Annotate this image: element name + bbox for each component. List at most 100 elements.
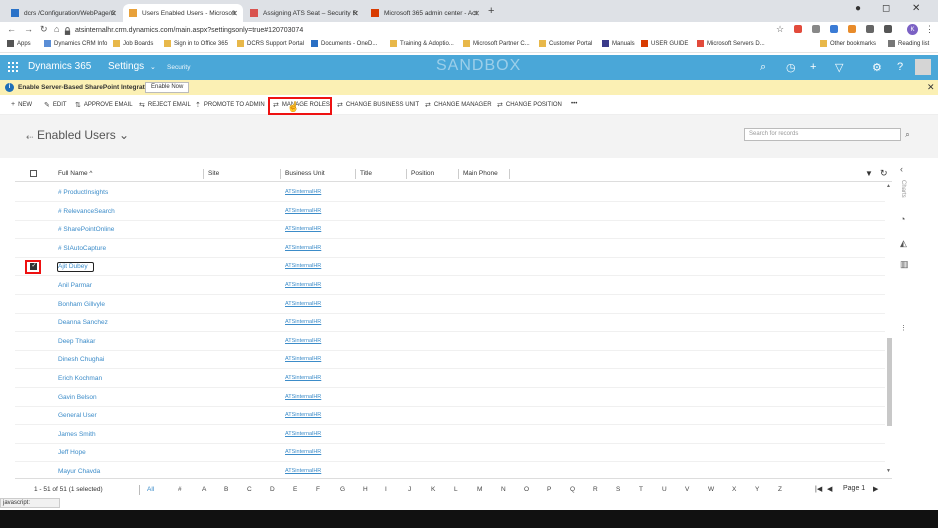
business-unit-link[interactable]: ATSinternalHR [285, 356, 321, 362]
table-row[interactable]: Gavin Belson ATSinternalHR [15, 389, 885, 407]
business-unit-link[interactable]: ATSinternalHR [285, 189, 321, 195]
business-unit-link[interactable]: ATSinternalHR [285, 431, 321, 437]
security-breadcrumb[interactable]: Security [167, 64, 190, 71]
alpha-filter-u[interactable]: U [662, 486, 667, 493]
alpha-filter-d[interactable]: D [270, 486, 275, 493]
alpha-filter-a[interactable]: A [202, 486, 206, 493]
business-unit-link[interactable]: ATSinternalHR [285, 263, 321, 269]
column-divider[interactable] [406, 169, 407, 179]
alpha-filter-b[interactable]: B [224, 486, 228, 493]
home-icon[interactable]: ⌂ [54, 24, 59, 34]
search-records-input[interactable]: Search for records [744, 128, 901, 141]
business-unit-link[interactable]: ATSinternalHR [285, 338, 321, 344]
browser-menu-icon[interactable]: ⋮ [925, 24, 934, 35]
browser-tab[interactable]: dcrs /Configuration/WebPage/C ✕ [5, 4, 122, 22]
help-icon[interactable]: ? [897, 61, 903, 73]
table-row[interactable]: General User ATSinternalHR [15, 407, 885, 426]
gear-icon[interactable]: ⚙ [872, 61, 882, 74]
full-name-link[interactable]: # SIAutoCapture [58, 245, 106, 252]
bookmark-item[interactable]: Job Boards [113, 40, 153, 47]
col-site[interactable]: Site [208, 170, 219, 177]
row-checkbox[interactable] [30, 356, 37, 364]
app-launcher-icon[interactable] [8, 62, 18, 72]
previous-page-icon[interactable]: ◀ [827, 485, 832, 493]
browser-tab[interactable]: Microsoft 365 admin center - Act ✕ [365, 4, 485, 22]
filter-icon[interactable]: ▼ [865, 169, 873, 178]
pie-chart-icon[interactable]: ◔ [900, 214, 905, 224]
extensions-puzzle-icon[interactable] [884, 25, 892, 33]
row-checkbox[interactable] [30, 412, 37, 420]
chevron-left-icon[interactable]: ‹ [900, 164, 903, 174]
bookmark-item[interactable]: Customer Portal [539, 40, 592, 47]
alpha-filter-w[interactable]: W [708, 486, 714, 493]
bookmark-item[interactable]: Sign in to Office 365 [164, 40, 228, 47]
command-promote-to-admin[interactable]: ⇡ PROMOTE TO ADMIN [195, 101, 265, 109]
full-name-link[interactable]: # ProductInsights [58, 189, 108, 196]
close-tab-icon[interactable]: ✕ [110, 9, 117, 18]
bookmark-star-icon[interactable]: ☆ [776, 24, 784, 35]
business-unit-link[interactable]: ATSinternalHR [285, 282, 321, 288]
row-checkbox[interactable] [30, 207, 37, 215]
alpha-filter-q[interactable]: Q [570, 486, 575, 493]
alpha-filter-v[interactable]: V [685, 486, 689, 493]
bookmark-item[interactable]: DCRS Support Portal [237, 40, 304, 47]
full-name-link[interactable]: Jeff Hope [58, 449, 86, 456]
bookmark-item[interactable]: Microsoft Servers D... [697, 40, 765, 47]
table-row[interactable]: Anil Parmar ATSinternalHR [15, 277, 885, 295]
alpha-filter-x[interactable]: X [732, 486, 736, 493]
search-icon[interactable]: ⌕ [901, 128, 914, 141]
row-checkbox[interactable] [30, 468, 37, 475]
row-checkbox[interactable] [30, 375, 37, 382]
bookmark-item[interactable]: Other bookmarks [820, 40, 876, 47]
alpha-filter-z[interactable]: Z [778, 486, 782, 493]
table-row[interactable]: Ajit DubeyATSinternalHR [15, 258, 885, 277]
col-full-name[interactable]: Full Name ^ [58, 170, 92, 177]
next-page-icon[interactable]: ▶ [873, 485, 878, 493]
command-reject-email[interactable]: ⇆ REJECT EMAIL [139, 101, 191, 109]
view-selector[interactable]: Enabled Users ⌄ [37, 128, 129, 142]
close-tab-icon[interactable]: ✕ [352, 9, 359, 18]
command-edit[interactable]: ✎ EDIT [44, 101, 67, 109]
alpha-filter-r[interactable]: R [593, 486, 598, 493]
column-divider[interactable] [355, 169, 356, 179]
bookmark-item[interactable]: USER GUIDE [641, 40, 688, 47]
full-name-link[interactable]: # SharePointOnline [58, 226, 114, 233]
row-checkbox[interactable] [30, 282, 37, 289]
alpha-filter-g[interactable]: G [340, 486, 345, 493]
alpha-filter-s[interactable]: S [616, 486, 620, 493]
scroll-up-icon[interactable]: ▲ [886, 183, 891, 189]
alpha-filter-e[interactable]: E [293, 486, 297, 493]
business-unit-link[interactable]: ATSinternalHR [285, 412, 321, 418]
maximize-window-icon[interactable]: ◻ [882, 3, 890, 14]
alpha-filter-j[interactable]: J [408, 486, 411, 493]
command-change-business-unit[interactable]: ⇄ CHANGE BUSINESS UNIT [337, 101, 419, 109]
bookmark-item[interactable]: Dynamics CRM Info [44, 40, 107, 47]
col-business-unit[interactable]: Business Unit [285, 170, 325, 177]
chevron-down-icon[interactable]: ⌄ [150, 63, 156, 71]
col-position[interactable]: Position [411, 170, 434, 177]
alpha-filter-m[interactable]: M [477, 486, 482, 493]
browser-tab[interactable]: Assigning ATS Seat – Security R ✕ [244, 4, 364, 22]
col-title[interactable]: Title [360, 170, 372, 177]
full-name-link[interactable]: James Smith [58, 431, 96, 438]
command-approve-email[interactable]: ⇅ APPROVE EMAIL [75, 101, 133, 109]
scrollbar-thumb[interactable] [887, 338, 892, 426]
table-row[interactable]: Deep Thakar ATSinternalHR [15, 333, 885, 351]
row-checkbox[interactable] [30, 226, 37, 234]
table-row[interactable]: Bonham Gillvyle ATSinternalHR [15, 296, 885, 314]
alpha-filter-all[interactable]: All [147, 486, 154, 493]
bookmark-item[interactable]: Training & Adoptio... [390, 40, 454, 47]
forward-icon[interactable]: → [24, 24, 33, 34]
filter-icon[interactable]: ▽ [835, 61, 843, 74]
scroll-down-icon[interactable]: ▼ [886, 468, 891, 474]
business-unit-link[interactable]: ATSinternalHR [285, 319, 321, 325]
business-unit-link[interactable]: ATSinternalHR [285, 449, 321, 455]
bookmark-item[interactable]: Reading list [888, 40, 929, 47]
enable-now-button[interactable]: Enable Now [145, 82, 190, 93]
table-row[interactable]: Dinesh Chughai ATSinternalHR [15, 351, 885, 370]
full-name-link[interactable]: Anil Parmar [58, 282, 92, 289]
business-unit-link[interactable]: ATSinternalHR [285, 375, 321, 381]
extension-icon[interactable] [848, 25, 856, 33]
more-commands-icon[interactable]: ••• [571, 101, 577, 107]
minimize-window-icon[interactable]: ● [855, 3, 861, 14]
